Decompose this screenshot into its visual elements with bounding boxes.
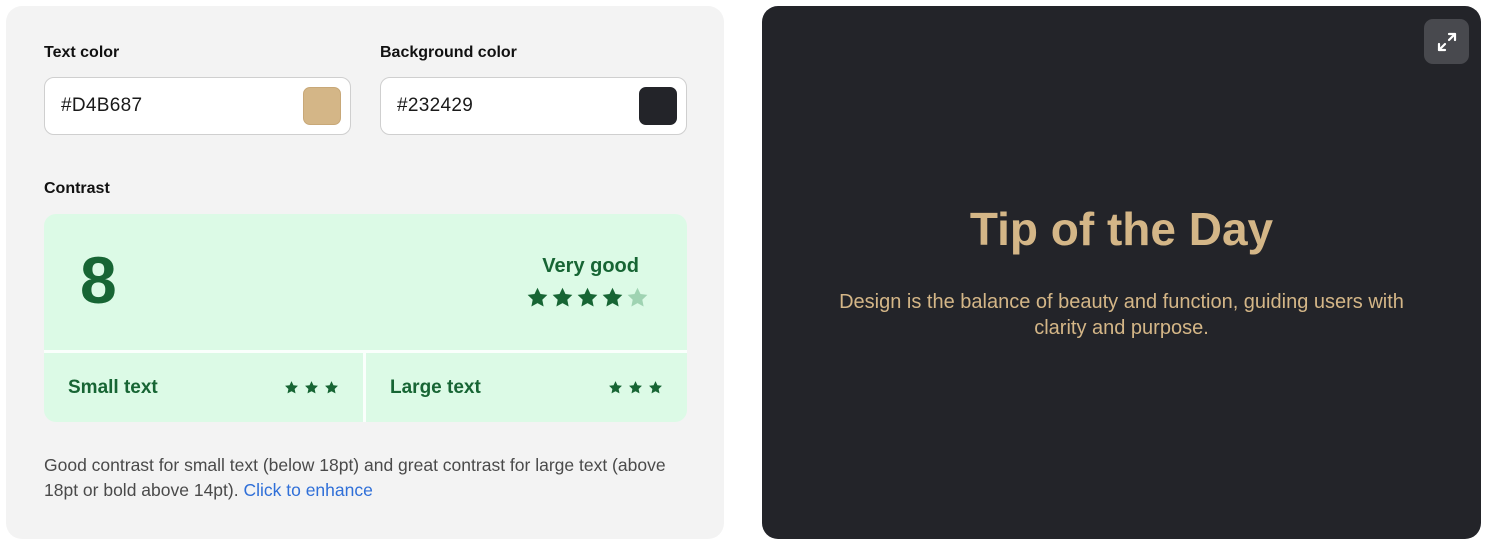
- text-color-label: Text color: [44, 44, 120, 61]
- text-color-input[interactable]: #D4B687: [44, 77, 351, 135]
- preview-panel: Tip of the Day Design is the balance of …: [762, 6, 1481, 539]
- star-filled-icon: [577, 287, 598, 307]
- expand-icon: [1437, 32, 1456, 51]
- star-filled-icon: [305, 381, 318, 394]
- large-text-stars: [608, 380, 663, 395]
- background-color-value[interactable]: #232429: [397, 95, 473, 117]
- expand-button[interactable]: [1424, 19, 1469, 64]
- contrast-label: Contrast: [44, 180, 110, 197]
- star-filled-icon: [649, 381, 662, 394]
- contrast-description: Good contrast for small text (below 18pt…: [44, 453, 684, 503]
- small-text-stars: [284, 380, 339, 395]
- small-text-label: Small text: [68, 376, 158, 398]
- preview-body: Design is the balance of beauty and func…: [839, 291, 1404, 339]
- large-text-label: Large text: [390, 376, 481, 398]
- star-filled-icon: [285, 381, 298, 394]
- preview-title: Tip of the Day: [969, 203, 1274, 255]
- star-filled-icon: [602, 287, 623, 307]
- star-filled-icon: [527, 287, 548, 307]
- enhance-link[interactable]: Click to enhance: [243, 480, 372, 500]
- star-filled-icon: [552, 287, 573, 307]
- star-empty-icon: [627, 287, 648, 307]
- star-filled-icon: [629, 381, 642, 394]
- contrast-result-card: 8 Very good Small text Large text: [44, 214, 687, 422]
- background-color-swatch[interactable]: [639, 87, 677, 125]
- background-color-label: Background color: [380, 44, 517, 61]
- star-filled-icon: [609, 381, 622, 394]
- small-text-rating: Small text: [44, 353, 363, 422]
- background-color-input[interactable]: #232429: [380, 77, 687, 135]
- text-color-swatch[interactable]: [303, 87, 341, 125]
- star-filled-icon: [325, 381, 338, 394]
- text-color-value[interactable]: #D4B687: [61, 95, 142, 117]
- contrast-rating-label: Very good: [542, 255, 639, 277]
- contrast-score: 8: [80, 243, 117, 317]
- large-text-rating: Large text: [366, 353, 687, 422]
- contrast-rating-stars: [526, 286, 649, 309]
- contrast-checker-panel: Text color Background color #D4B687 #232…: [6, 6, 724, 539]
